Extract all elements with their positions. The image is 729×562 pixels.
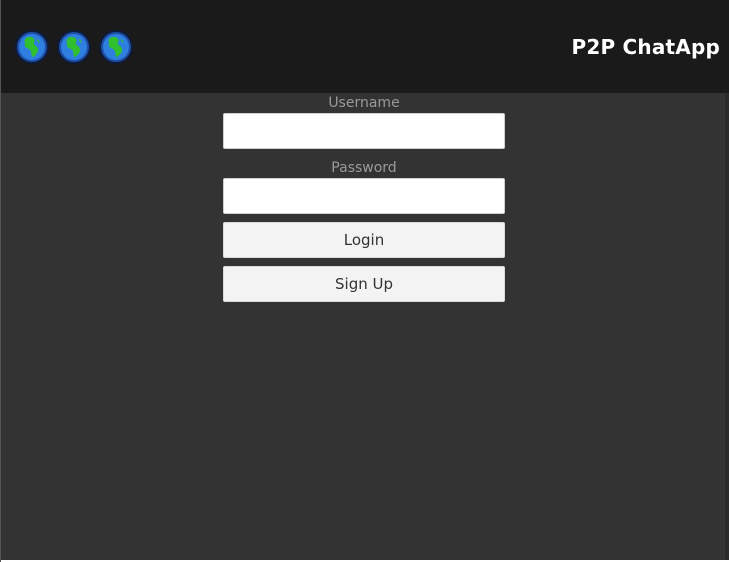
app-title: P2P ChatApp xyxy=(571,35,720,59)
password-input[interactable] xyxy=(223,178,505,214)
globe-icon[interactable] xyxy=(99,30,133,64)
password-label: Password xyxy=(331,160,397,176)
login-form: Username Password Login Sign Up xyxy=(223,93,505,302)
username-label: Username xyxy=(328,95,400,111)
globe-icon[interactable] xyxy=(57,30,91,64)
window-edge xyxy=(725,93,729,562)
sign-up-button[interactable]: Sign Up xyxy=(223,266,505,302)
login-button[interactable]: Login xyxy=(223,222,505,258)
globe-icon-row xyxy=(15,30,141,64)
globe-icon[interactable] xyxy=(15,30,49,64)
username-input[interactable] xyxy=(223,113,505,149)
app-header: P2P ChatApp xyxy=(1,0,729,93)
app-window: P2P ChatApp Username Password Login Sign… xyxy=(0,0,729,562)
